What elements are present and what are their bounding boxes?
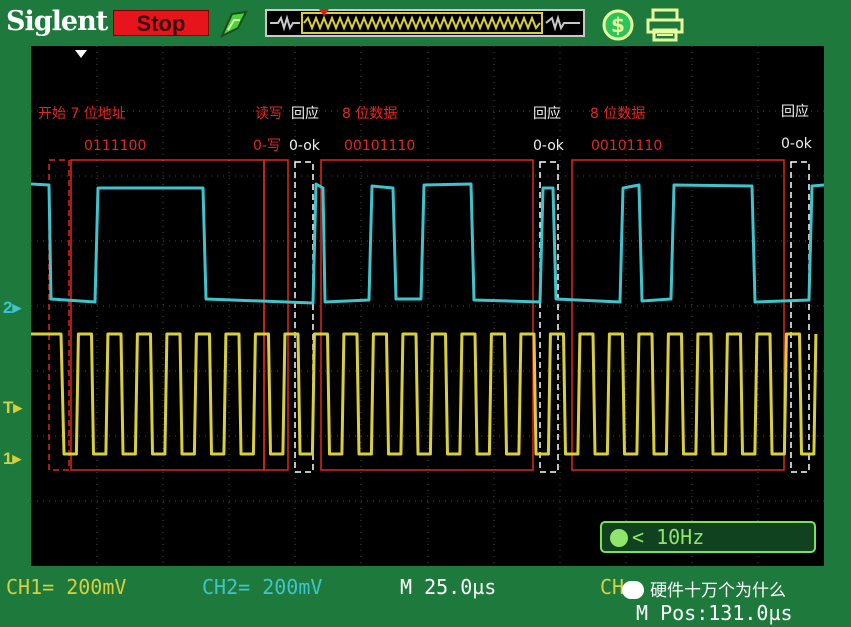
waveform-display [30, 46, 825, 566]
ch1-scale-readout: CH1= 200mV [6, 575, 127, 599]
svg-text:$: $ [611, 13, 625, 37]
data-frame-box-1 [320, 159, 534, 471]
m-pos-readout: M Pos:131.0µs [636, 601, 793, 625]
value-ack-3: 0-ok [781, 136, 812, 152]
label-data-1: 8 位数据 [342, 106, 398, 122]
value-data-2: 00101110 [591, 138, 663, 154]
ch1-marker[interactable]: 1▸ [3, 449, 21, 469]
trigger-green-icon[interactable] [218, 8, 252, 40]
label-start-address: 开始 7 位地址 [38, 106, 126, 122]
trigger-frequency-readout: < 10Hz [600, 521, 816, 553]
value-data-1: 00101110 [344, 138, 416, 154]
dollar-icon[interactable]: $ [600, 8, 636, 42]
oscilloscope-frame: Siglent Stop $ 开始 7 位地址 0111100 读写 0-写 回… [0, 0, 851, 627]
wechat-icon [622, 581, 644, 599]
ch1-scl-waveform [31, 332, 818, 456]
label-read-write: 读写 [255, 106, 283, 122]
run-stop-status[interactable]: Stop [113, 10, 209, 36]
label-ack-2: 回应 [533, 106, 561, 122]
ch2-sda-waveform [30, 182, 825, 305]
address-frame-box [70, 159, 265, 471]
scope-screen [30, 46, 825, 566]
brand-logo: Siglent [6, 6, 108, 37]
label-ack-1: 回应 [291, 106, 319, 122]
timebase-readout: M 25.0µs [400, 575, 497, 599]
value-ack-2: 0-ok [533, 138, 564, 154]
label-ack-3: 回应 [781, 104, 809, 120]
trigger-icon [610, 529, 628, 547]
ack-box-1 [294, 161, 314, 473]
ch2-marker[interactable]: 2▸ [3, 298, 21, 318]
print-icon[interactable] [645, 8, 685, 42]
label-data-2: 8 位数据 [590, 106, 646, 122]
value-address: 0111100 [84, 138, 147, 154]
graticule [31, 46, 824, 566]
ch2-scale-readout: CH2= 200mV [202, 575, 323, 599]
timebase-window-icon [265, 9, 585, 37]
start-condition-box [48, 159, 70, 471]
trigger-level-arrow [75, 50, 87, 58]
trigger-channel-readout: CH [600, 575, 625, 599]
watermark: 硬件十万个为什么 [622, 576, 786, 601]
trigger-level-marker[interactable]: T▸ [3, 398, 22, 418]
value-ack-1: 0-ok [289, 138, 320, 154]
value-read-write: 0-写 [253, 138, 281, 154]
